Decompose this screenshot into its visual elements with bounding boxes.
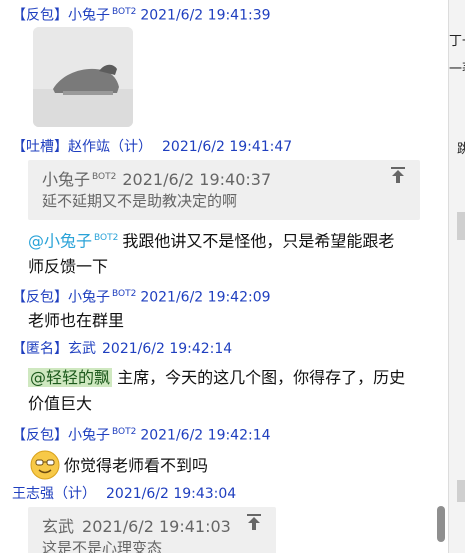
message-text: 价值巨大 xyxy=(28,394,93,413)
message-body: @轻轻的飘 主席，今天的这几个图，你得存了，历史 价值巨大 xyxy=(28,365,438,417)
message-tag: 【反包】 xyxy=(12,7,68,24)
quote-time: 2021/6/2 19:40:37 xyxy=(122,170,272,189)
side-text: 跳 xyxy=(457,142,465,157)
message-text: 主席，今天的这几个图，你得存了，历史 xyxy=(117,368,406,387)
goat-photo-icon xyxy=(33,27,133,127)
bot-badge: BOT2 xyxy=(92,171,117,182)
quote-sender: 玄武 xyxy=(42,517,75,536)
message-time: 2021/6/2 19:42:14 xyxy=(102,341,233,357)
message-tag: 【反包】 xyxy=(12,289,68,306)
sender-name[interactable]: 小兔子 xyxy=(68,428,110,444)
message-text: 你觉得老师看不到吗 xyxy=(64,456,209,475)
message-time: 2021/6/2 19:42:14 xyxy=(140,427,271,444)
message-header: 【吐槽】赵作竑（计） 2021/6/2 19:41:47 xyxy=(12,137,292,157)
message-header: 【反包】小兔子 BOT2 2021/6/2 19:42:14 xyxy=(12,422,271,446)
quote-header: 玄武 2021/6/2 19:41:03 xyxy=(42,513,231,537)
message-header: 【匿名】玄武 2021/6/2 19:42:14 xyxy=(12,339,232,359)
sender-name[interactable]: 王志强（计） xyxy=(12,486,96,502)
message-tag: 【吐槽】 xyxy=(12,139,68,155)
side-divider xyxy=(457,480,465,502)
mention[interactable]: @小兔子 xyxy=(28,231,92,250)
message-header: 王志强（计） 2021/6/2 19:43:04 xyxy=(12,484,236,504)
message-tag: 【匿名】 xyxy=(12,341,68,357)
message-time: 2021/6/2 19:41:39 xyxy=(140,7,271,24)
message-text: 师反馈一下 xyxy=(28,257,109,277)
message-body: @小兔子 BOT2 我跟他讲又不是怪他，只是希望能跟老 师反馈一下 xyxy=(28,225,428,280)
side-text: 一著 xyxy=(449,62,465,77)
bot-badge: BOT2 xyxy=(112,427,137,437)
quoted-message[interactable]: 小兔子 BOT2 2021/6/2 19:40:37 延不延期又不是助教决定的啊 xyxy=(28,160,420,220)
sender-name[interactable]: 赵作竑（计） xyxy=(68,139,152,155)
message-time: 2021/6/2 19:43:04 xyxy=(106,486,237,502)
scrollbar-thumb[interactable] xyxy=(437,506,445,542)
sender-name[interactable]: 玄武 xyxy=(68,341,96,357)
smile-glasses-emoji xyxy=(30,450,60,480)
chat-panel: 【反包】小兔子 BOT2 2021/6/2 19:41:39 【吐槽】赵作竑（计） 2… xyxy=(0,0,448,553)
bot-badge: BOT2 xyxy=(112,7,137,17)
message-header: 【反包】小兔子 BOT2 2021/6/2 19:42:09 xyxy=(12,284,271,308)
message-text: 我跟他讲又不是怪他，只是希望能跟老 xyxy=(122,231,395,251)
jump-to-top-icon[interactable] xyxy=(246,513,262,531)
quote-text: 这是不是心理变态 xyxy=(42,539,163,553)
jump-to-top-icon[interactable] xyxy=(390,166,406,184)
sender-name[interactable]: 小兔子 xyxy=(68,290,110,306)
side-divider xyxy=(457,212,465,240)
message-time: 2021/6/2 19:41:47 xyxy=(162,139,293,155)
quote-sender: 小兔子 xyxy=(42,170,91,189)
shared-image[interactable] xyxy=(33,27,133,127)
side-panel: 丁一 一著 跳 xyxy=(448,0,465,553)
message-time: 2021/6/2 19:42:09 xyxy=(140,289,271,306)
quote-text: 延不延期又不是助教决定的啊 xyxy=(42,192,238,210)
sender-name[interactable]: 小兔子 xyxy=(68,8,110,24)
side-text: 丁一 xyxy=(449,34,465,49)
message-tag: 【反包】 xyxy=(12,427,68,444)
mention[interactable]: @轻轻的飘 xyxy=(28,368,113,387)
message-header: 【反包】小兔子 BOT2 2021/6/2 19:41:39 xyxy=(12,2,271,26)
message-text: 老师也在群里 xyxy=(28,311,125,330)
quoted-message[interactable]: 玄武 2021/6/2 19:41:03 这是不是心理变态 xyxy=(28,507,276,553)
bot-badge: BOT2 xyxy=(94,233,119,243)
bot-badge: BOT2 xyxy=(112,289,137,299)
quote-time: 2021/6/2 19:41:03 xyxy=(82,517,231,536)
quote-header: 小兔子 BOT2 2021/6/2 19:40:37 xyxy=(42,166,271,190)
